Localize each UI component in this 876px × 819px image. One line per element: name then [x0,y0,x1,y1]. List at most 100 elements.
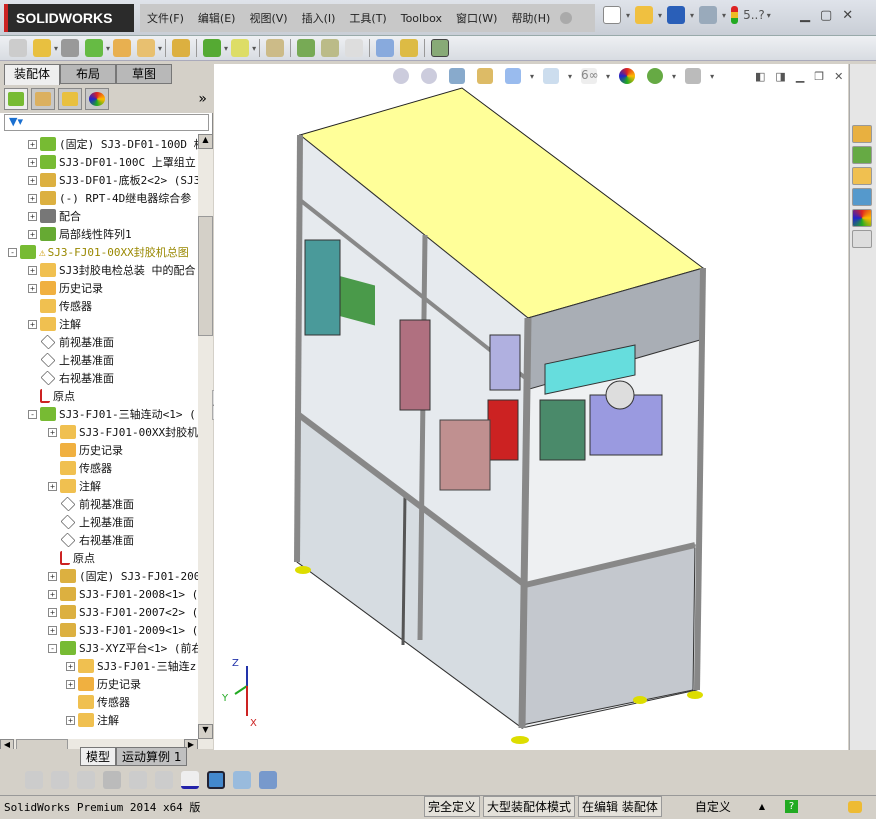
grid-icon[interactable] [129,770,147,789]
appearances-icon[interactable] [852,209,872,227]
units-selector[interactable]: 自定义 [695,798,731,815]
expand-icon[interactable]: + [48,625,57,635]
design-library-icon[interactable] [852,146,872,164]
expand-icon[interactable]: + [28,265,37,275]
explode-line-sketch-icon[interactable] [345,39,364,57]
menu-tools[interactable]: 工具(T) [342,10,393,26]
tree-item[interactable]: - SJ3-XYZ平台<1> (前右 [48,639,198,657]
tree-item[interactable]: - SJ3-FJ01-三轴连动<1> ( [28,405,196,423]
tag-icon[interactable] [848,800,863,813]
linear-pattern-icon[interactable] [85,39,104,57]
feature-manager-tab[interactable] [4,88,28,110]
mate-icon[interactable] [61,39,80,57]
collapse-icon[interactable]: - [28,409,37,419]
tree-item[interactable]: 传感器 [28,297,92,315]
move-component-icon[interactable] [137,39,156,57]
tree-item[interactable]: + (-) RPT-4D继电器综合参 [28,189,191,207]
view-settings-icon[interactable] [685,68,702,84]
menu-view[interactable]: 视图(V) [242,10,294,26]
expand-icon[interactable]: + [66,679,75,689]
new-motion-study-icon[interactable] [266,39,285,57]
help-icon[interactable]: ? [785,800,799,813]
pin-icon[interactable] [560,12,573,24]
lines-icon[interactable] [103,770,121,789]
previous-window-icon[interactable]: ◧ [755,70,765,83]
tree-item[interactable]: + 注解 [66,711,119,729]
tree-item[interactable]: 原点 [28,387,75,405]
tree-item[interactable]: + SJ3-DF01-底板2<2> (SJ3- [28,171,198,189]
tree-item[interactable]: + (固定) SJ3-FJ01-2007 [48,567,198,585]
help-text[interactable]: 5..? [743,8,765,22]
tree-item[interactable]: + SJ3-DF01-100C 上罩组立 [28,153,196,171]
print-icon[interactable] [699,6,718,24]
graphics-area[interactable]: Z Y X [214,64,848,750]
tab-layout[interactable]: 布局 [60,64,116,84]
expand-icon[interactable]: + [48,571,57,581]
tab-motion-study[interactable]: 运动算例 1 [116,747,188,766]
tree-item[interactable]: 右视基准面 [28,369,114,387]
expand-icon[interactable]: + [28,193,37,203]
view-orientation-icon[interactable] [505,68,521,84]
zoom-to-fit-icon[interactable] [393,68,409,84]
tree-item[interactable]: 传感器 [48,459,112,477]
expand-icon[interactable]: + [28,175,37,185]
tree-item[interactable]: - ⚠ SJ3-FJ01-00XX封胶机总图 [8,243,189,261]
next-window-icon[interactable]: ◨ [775,70,785,83]
units-up-arrow[interactable]: ▲ [759,802,765,811]
home-icon[interactable] [852,125,872,143]
expand-icon[interactable]: + [66,715,75,725]
collapse-icon[interactable]: - [48,643,57,653]
tab-assembly[interactable]: 装配体 [4,64,60,85]
expand-icon[interactable]: + [28,283,37,293]
rebuild-traffic-light-icon[interactable] [731,6,739,24]
maximize-icon[interactable]: ▢ [820,8,832,23]
smart-fasteners-icon[interactable] [113,39,132,57]
expand-icon[interactable]: + [48,589,57,599]
open-folder-icon[interactable] [635,6,654,24]
display-style-icon[interactable] [543,68,560,84]
tree-item[interactable]: + 注解 [48,477,101,495]
axis-icon[interactable] [181,770,199,789]
expand-icon[interactable]: + [66,661,75,671]
save-icon[interactable] [667,6,686,24]
view-palette-icon[interactable] [852,188,872,206]
doc-close-icon[interactable]: ✕ [834,70,843,83]
menu-help[interactable]: 帮助(H) [504,10,557,26]
hide-show-items-icon[interactable]: 6∞ [581,68,599,84]
tab-model[interactable]: 模型 [80,747,117,766]
funnel-icon[interactable]: ▼▾ [9,115,23,128]
tree-item[interactable]: + 历史记录 [66,675,141,693]
solidworks-logo[interactable]: SOLIDWORKS [4,4,134,32]
menu-insert[interactable]: 插入(I) [295,10,343,26]
tree-filter[interactable]: ▼▾ [4,114,209,131]
expand-icon[interactable]: + [28,319,37,329]
assembly-model[interactable]: Z Y X [214,64,848,750]
menu-edit[interactable]: 编辑(E) [191,10,243,26]
tree-item[interactable]: 前视基准面 [28,333,114,351]
shaded-icon[interactable] [25,770,43,789]
clearance-verification-icon[interactable] [400,39,419,57]
perspective-icon[interactable] [77,770,95,789]
apply-scene-icon[interactable] [647,68,664,84]
minimize-icon[interactable]: ▁ [800,8,810,23]
bill-of-materials-icon[interactable] [297,39,316,57]
interference-detection-icon[interactable] [376,39,395,57]
tree-item[interactable]: + 局部线性阵列1 [28,225,132,243]
more-tabs-chevron[interactable]: » [198,91,207,107]
tree-item[interactable]: + SJ3封胶电检总装 中的配合 [28,261,196,279]
tree-item[interactable]: + SJ3-FJ01-三轴连z [66,657,196,675]
expand-icon[interactable]: + [28,157,37,167]
exploded-view-icon[interactable] [321,39,340,57]
expand-icon[interactable]: + [28,139,37,149]
reference-geometry-icon[interactable] [231,39,250,57]
edit-appearance-icon[interactable] [619,68,636,84]
new-document-icon[interactable] [603,6,621,24]
tree-item[interactable]: + SJ3-FJ01-2007<2> (S. [48,603,198,621]
edit-component-icon[interactable] [9,39,27,57]
expand-icon[interactable]: + [28,211,37,221]
instant3d-icon[interactable] [431,39,450,57]
tree-item[interactable]: + 配合 [28,207,81,225]
tree-item[interactable]: 原点 [48,549,95,567]
expand-icon[interactable]: + [28,229,37,239]
section-view-icon[interactable] [477,68,493,84]
